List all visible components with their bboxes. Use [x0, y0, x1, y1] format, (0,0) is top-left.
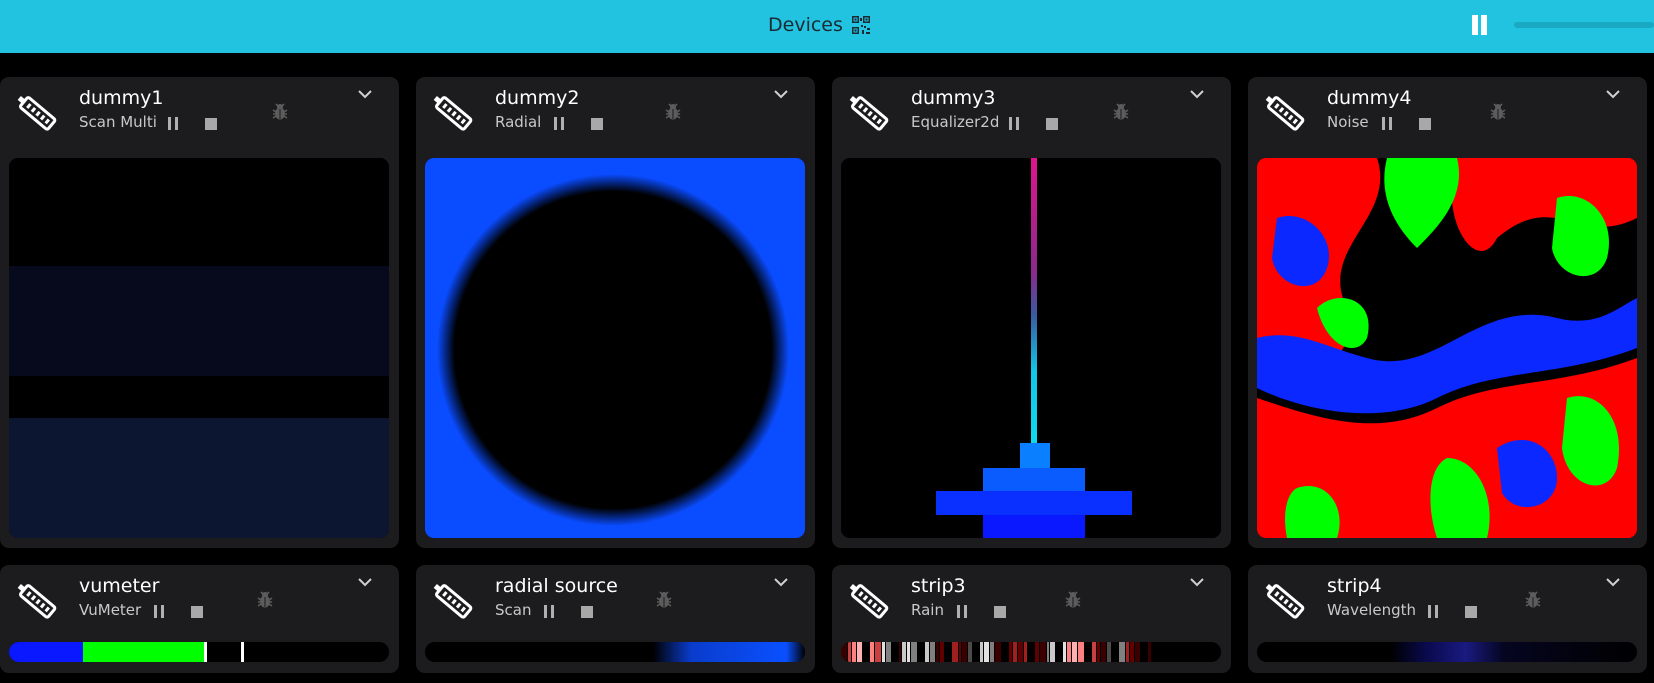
stop-button[interactable] — [581, 606, 593, 618]
global-pause-button[interactable] — [1470, 15, 1490, 35]
pause-icon — [1472, 15, 1478, 35]
chevron-down-icon[interactable] — [773, 89, 789, 99]
device-card[interactable]: radial source Scan — [416, 565, 815, 673]
bug-icon[interactable] — [1523, 590, 1543, 610]
page-title-group: Devices — [768, 0, 871, 50]
stop-button[interactable] — [994, 606, 1006, 618]
effect-preview — [841, 158, 1221, 538]
top-bar: Devices — [0, 0, 1654, 53]
device-name[interactable]: dummy1 — [79, 87, 163, 109]
led-strip-icon — [433, 96, 473, 131]
device-card[interactable]: dummy2 Radial — [416, 77, 815, 548]
chevron-down-icon[interactable] — [357, 89, 373, 99]
chevron-down-icon[interactable] — [773, 577, 789, 587]
bug-icon[interactable] — [1063, 590, 1083, 610]
device-name[interactable]: dummy2 — [495, 87, 579, 109]
device-name[interactable]: dummy3 — [911, 87, 995, 109]
effect-name: VuMeter — [79, 601, 142, 619]
led-strip-icon — [17, 96, 57, 131]
pause-button[interactable] — [543, 605, 555, 618]
chevron-down-icon[interactable] — [1605, 89, 1621, 99]
stop-button[interactable] — [591, 118, 603, 130]
stop-button[interactable] — [191, 606, 203, 618]
pause-icon — [154, 605, 157, 618]
brightness-slider[interactable] — [1514, 22, 1654, 28]
pause-icon — [1428, 605, 1431, 618]
led-strip-icon — [849, 96, 889, 131]
strip-preview — [841, 642, 1221, 662]
device-name[interactable]: dummy4 — [1327, 87, 1411, 109]
effect-name: Rain — [911, 601, 944, 619]
device-name[interactable]: strip4 — [1327, 575, 1382, 597]
chevron-down-icon[interactable] — [1189, 89, 1205, 99]
pause-icon — [957, 605, 960, 618]
device-card[interactable]: vumeter VuMeter — [0, 565, 399, 673]
pause-icon — [168, 117, 171, 130]
bug-icon[interactable] — [1488, 102, 1508, 122]
pause-button[interactable] — [553, 117, 565, 130]
bug-icon[interactable] — [663, 102, 683, 122]
device-card[interactable]: strip4 Wavelength — [1248, 565, 1647, 673]
pause-button[interactable] — [153, 605, 165, 618]
strip-preview — [1257, 642, 1637, 662]
device-name[interactable]: vumeter — [79, 575, 159, 597]
led-strip-icon — [17, 584, 57, 619]
led-strip-icon — [1265, 584, 1305, 619]
pause-button[interactable] — [956, 605, 968, 618]
pause-icon — [1382, 117, 1385, 130]
effect-name: Scan — [495, 601, 532, 619]
led-strip-icon — [1265, 96, 1305, 131]
pause-button[interactable] — [1427, 605, 1439, 618]
chevron-down-icon[interactable] — [357, 577, 373, 587]
pause-icon — [544, 605, 547, 618]
strip-preview — [9, 642, 389, 662]
device-card[interactable]: dummy4 Noise — [1248, 77, 1647, 548]
device-card[interactable]: dummy3 Equalizer2d — [832, 77, 1231, 548]
pause-button[interactable] — [167, 117, 179, 130]
page-title: Devices — [768, 14, 843, 36]
effect-preview — [9, 158, 389, 538]
chevron-down-icon[interactable] — [1605, 577, 1621, 587]
pause-button[interactable] — [1008, 117, 1020, 130]
bug-icon[interactable] — [1111, 102, 1131, 122]
effect-name: Scan Multi — [79, 113, 157, 131]
bug-icon[interactable] — [654, 590, 674, 610]
pause-icon — [1009, 117, 1012, 130]
bug-icon[interactable] — [270, 102, 290, 122]
effect-name: Equalizer2d — [911, 113, 1000, 131]
stop-button[interactable] — [1419, 118, 1431, 130]
pause-button[interactable] — [1381, 117, 1393, 130]
stop-button[interactable] — [205, 118, 217, 130]
device-name[interactable]: radial source — [495, 575, 618, 597]
effect-name: Noise — [1327, 113, 1369, 131]
effect-preview — [1257, 158, 1637, 538]
stop-button[interactable] — [1046, 118, 1058, 130]
effect-name: Radial — [495, 113, 542, 131]
device-card[interactable]: dummy1 Scan Multi — [0, 77, 399, 548]
pause-icon — [554, 117, 557, 130]
chevron-down-icon[interactable] — [1189, 577, 1205, 587]
strip-preview — [425, 642, 805, 662]
effect-preview — [425, 158, 805, 538]
led-strip-icon — [433, 584, 473, 619]
device-card[interactable]: strip3 Rain — [832, 565, 1231, 673]
bug-icon[interactable] — [255, 590, 275, 610]
stop-button[interactable] — [1465, 606, 1477, 618]
effect-name: Wavelength — [1327, 601, 1416, 619]
device-name[interactable]: strip3 — [911, 575, 966, 597]
led-strip-icon — [849, 584, 889, 619]
qr-code-icon[interactable] — [850, 15, 871, 35]
